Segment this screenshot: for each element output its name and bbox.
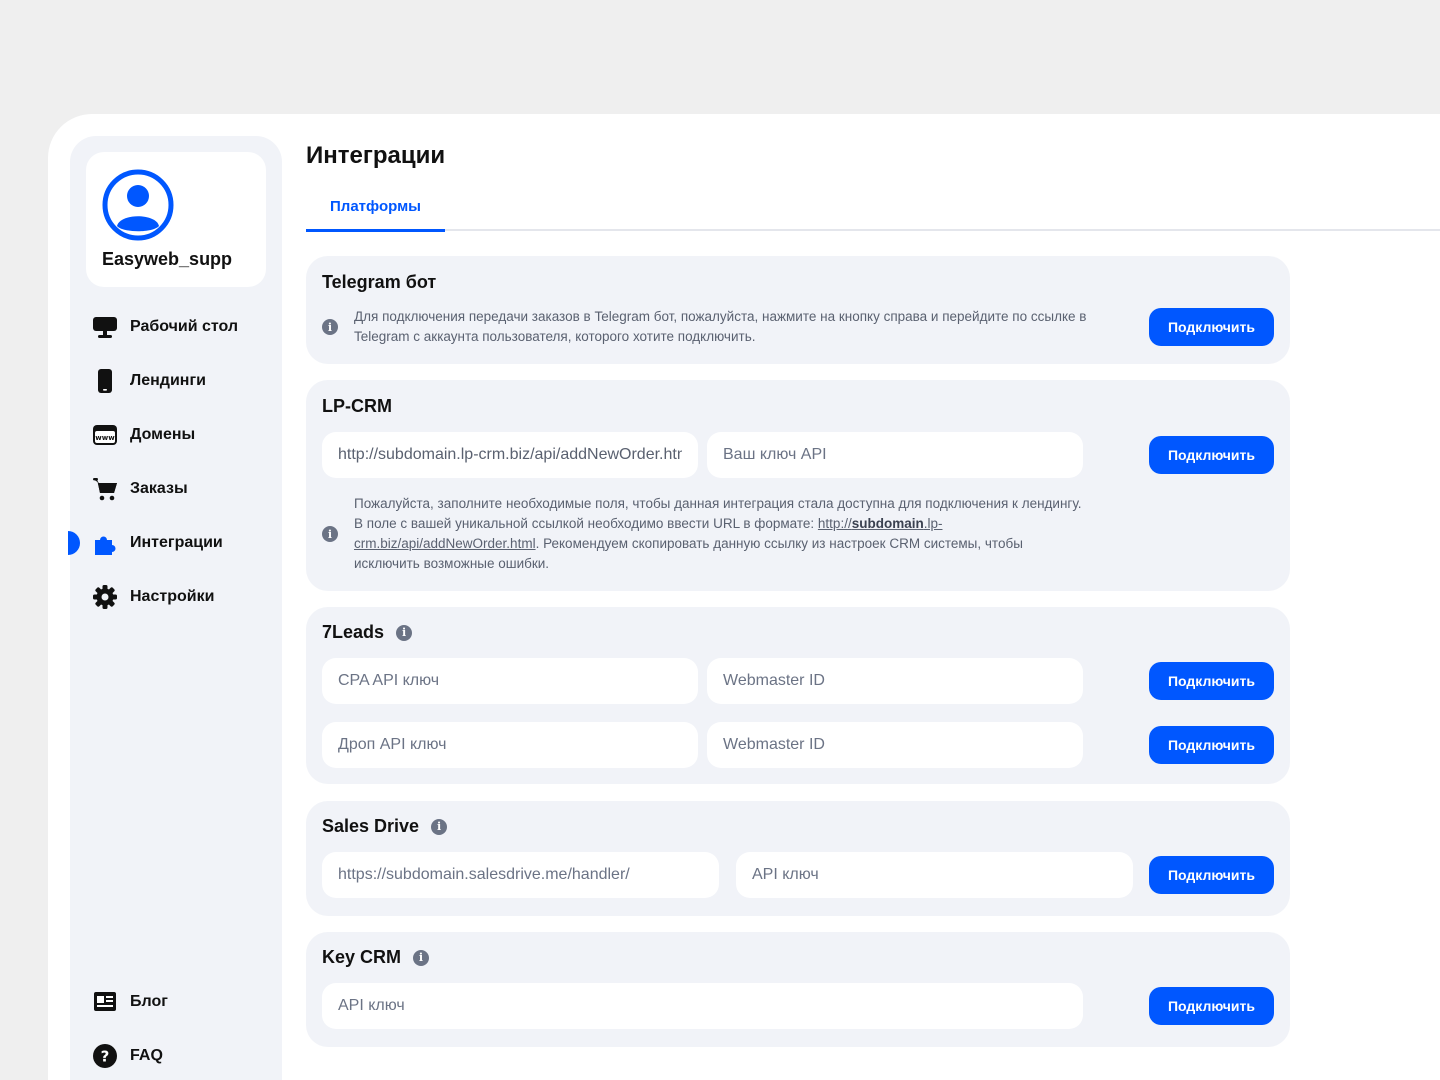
connect-button-keycrm[interactable]: Подключить: [1149, 987, 1274, 1025]
help-text: Пожалуйста, заполните необходимые поля, …: [354, 496, 1082, 571]
sidebar-item-label: Заказы: [130, 480, 188, 497]
connect-button-salesdrive[interactable]: Подключить: [1149, 856, 1274, 894]
integration-card-telegram: Telegram бот i Для подключения передачи …: [306, 256, 1290, 364]
sidebar-item-blog[interactable]: Блог: [92, 987, 168, 1017]
help-row: i Пожалуйста, заполните необходимые поля…: [322, 494, 1092, 574]
username: Easyweb_supp: [102, 249, 233, 269]
sidebar-item-label: Рабочий стол: [130, 318, 239, 335]
question-icon: ?: [92, 1043, 118, 1069]
connect-button-7leads-cpa[interactable]: Подключить: [1149, 662, 1274, 700]
connect-button-telegram[interactable]: Подключить: [1149, 308, 1274, 346]
page-title: Интеграции: [306, 142, 446, 169]
cart-icon: [92, 476, 118, 502]
info-icon[interactable]: i: [413, 949, 430, 966]
puzzle-icon: [92, 530, 118, 556]
newspaper-icon: [92, 989, 118, 1015]
card-title: Telegram бот: [322, 272, 437, 292]
integration-card-keycrm: Key CRM i Подключить: [306, 932, 1290, 1047]
svg-text:?: ?: [101, 1048, 110, 1066]
sidebar-item-label: Лендинги: [130, 372, 206, 389]
integration-card-lpcrm: LP-CRM Подключить i Пожалуйста, заполнит…: [306, 380, 1290, 591]
webmaster-id-field-2[interactable]: [707, 722, 1083, 768]
card-title: 7Leads i: [322, 622, 413, 643]
smartphone-icon: [92, 368, 118, 394]
webmaster-id-field[interactable]: [707, 658, 1083, 704]
tabs-divider: [306, 229, 1440, 231]
lpcrm-api-key-field[interactable]: [707, 432, 1083, 478]
gear-icon: [92, 584, 118, 610]
sidebar-item-integrations[interactable]: Интеграции: [92, 528, 223, 558]
sidebar-item-domains[interactable]: www Домены: [92, 420, 195, 450]
sidebar-item-label: Интеграции: [130, 534, 223, 551]
integration-card-salesdrive: Sales Drive i Подключить: [306, 801, 1290, 916]
lpcrm-url-field[interactable]: [322, 432, 698, 478]
salesdrive-url-field[interactable]: [322, 852, 719, 898]
sidebar-item-orders[interactable]: Заказы: [92, 474, 188, 504]
card-title: Key CRM i: [322, 947, 430, 968]
svg-text:www: www: [95, 434, 115, 442]
info-icon[interactable]: i: [396, 624, 413, 641]
user-avatar-icon[interactable]: [102, 169, 174, 241]
tab-platforms[interactable]: Платформы: [306, 192, 445, 232]
help-text: Для подключения передачи заказов в Teleg…: [354, 309, 1087, 344]
browser-www-icon: www: [92, 422, 118, 448]
sidebar-item-dashboard[interactable]: Рабочий стол: [92, 312, 238, 342]
sidebar-item-label: FAQ: [130, 1047, 163, 1064]
keycrm-api-key-field[interactable]: [322, 983, 1083, 1029]
info-icon[interactable]: i: [322, 319, 338, 335]
sidebar-item-landings[interactable]: Лендинги: [92, 366, 206, 396]
salesdrive-api-key-field[interactable]: [736, 852, 1133, 898]
cpa-api-key-field[interactable]: [322, 658, 698, 704]
monitor-icon: [92, 314, 118, 340]
connect-button-7leads-drop[interactable]: Подключить: [1149, 726, 1274, 764]
sidebar-item-label: Блог: [130, 993, 168, 1010]
connect-button-lpcrm[interactable]: Подключить: [1149, 436, 1274, 474]
info-icon[interactable]: i: [431, 818, 448, 835]
sidebar-item-settings[interactable]: Настройки: [92, 582, 214, 612]
sidebar-item-faq[interactable]: ? FAQ: [92, 1041, 163, 1071]
sidebar-item-label: Настройки: [130, 588, 215, 605]
info-icon[interactable]: i: [322, 526, 338, 542]
sidebar-item-label: Домены: [130, 426, 196, 443]
help-row: i Для подключения передачи заказов в Tel…: [322, 307, 1112, 347]
drop-api-key-field[interactable]: [322, 722, 698, 768]
card-title: LP-CRM: [322, 396, 392, 416]
integration-card-7leads: 7Leads i Подключить Подключить: [306, 607, 1290, 784]
card-title: Sales Drive i: [322, 816, 448, 837]
